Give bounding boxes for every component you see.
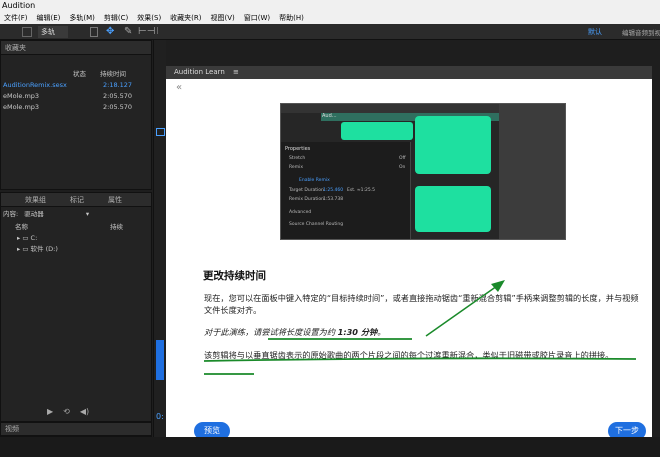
annotation-arrow-head bbox=[491, 280, 505, 292]
annotation-overlay bbox=[203, 280, 637, 375]
status-bar bbox=[0, 437, 660, 457]
annotation-arrow-line bbox=[425, 285, 498, 337]
annotation-underline-2 bbox=[203, 357, 637, 362]
